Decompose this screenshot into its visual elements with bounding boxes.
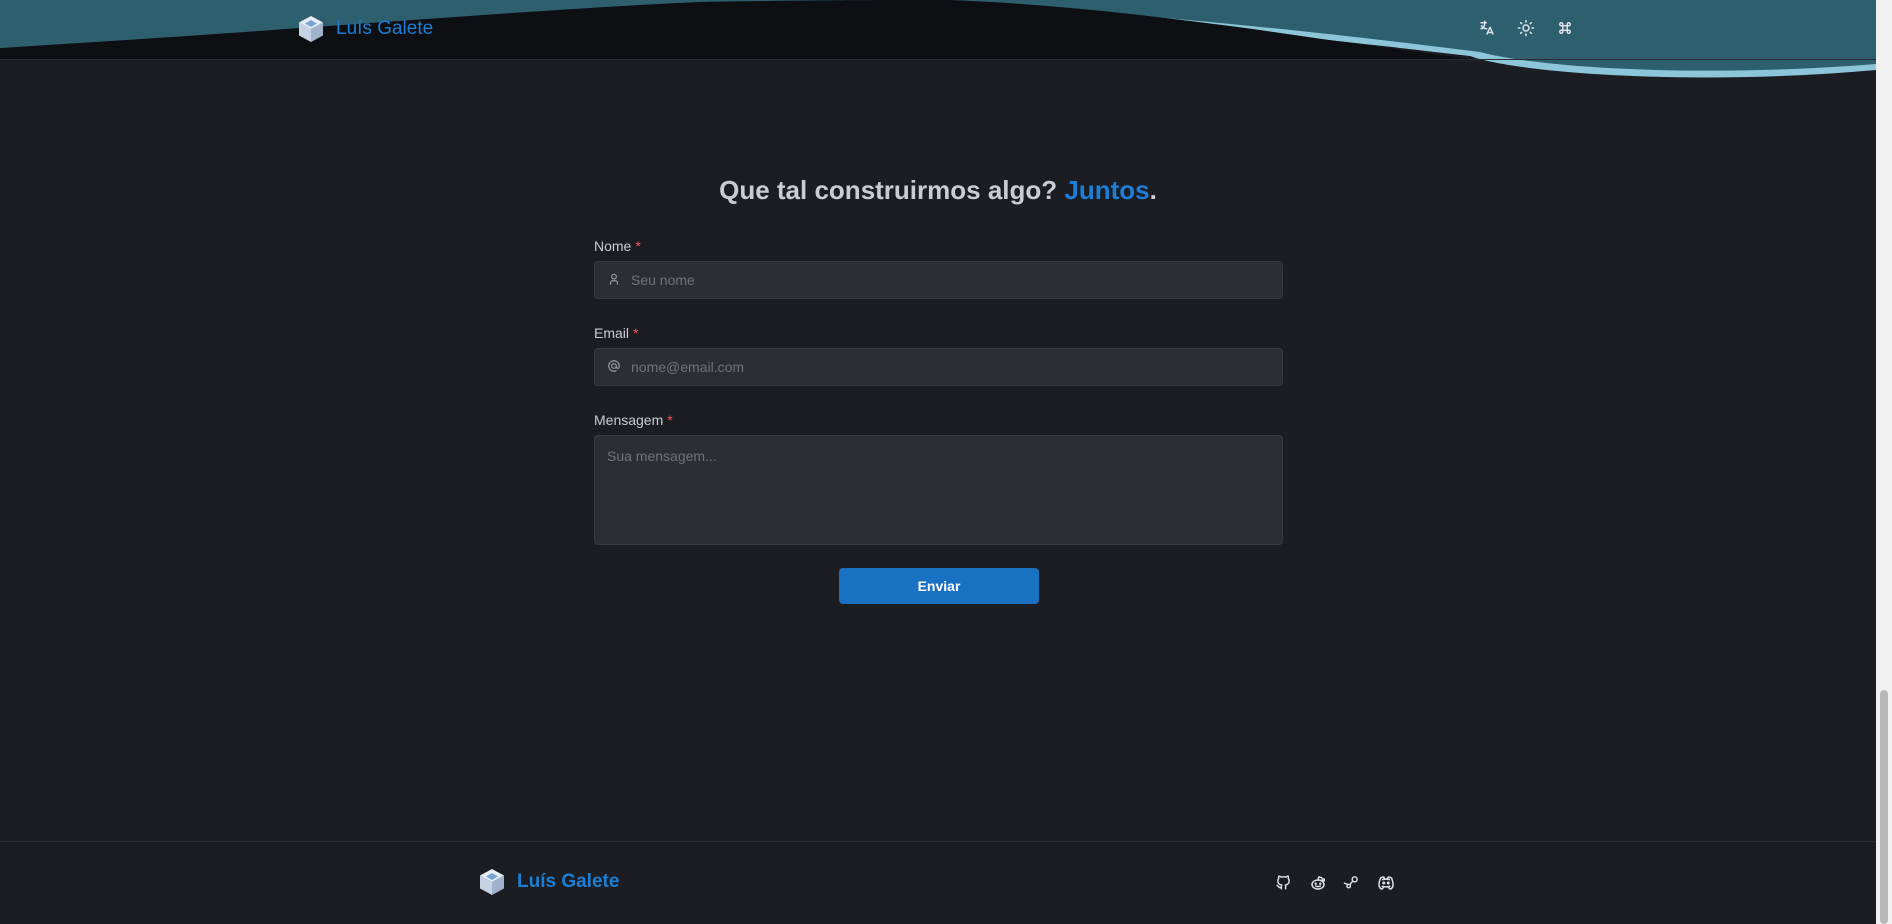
required-mark: * [635,238,641,254]
sun-icon[interactable] [1517,19,1535,37]
submit-button[interactable]: Enviar [839,568,1039,604]
header-brand-link[interactable]: Luís Galete [296,14,433,44]
header-actions [1478,19,1574,37]
header-wave-decoration [0,0,1876,78]
required-mark: * [633,325,639,341]
name-label: Nome * [594,238,1283,254]
translate-icon[interactable] [1478,19,1496,37]
cube-logo-icon [480,869,504,895]
discord-icon[interactable] [1376,873,1395,892]
social-links [1274,873,1395,892]
reddit-icon[interactable] [1308,873,1327,892]
name-input[interactable] [595,262,1282,298]
steam-icon[interactable] [1342,873,1361,892]
title-accent: Juntos [1064,175,1150,205]
scrollbar-thumb[interactable] [1880,690,1888,924]
required-mark: * [667,412,673,428]
message-textarea[interactable] [594,435,1283,545]
email-label: Email * [594,325,1283,341]
title-period: . [1149,175,1157,205]
name-field-wrapper [594,261,1283,299]
email-input[interactable] [595,349,1282,385]
message-label: Mensagem * [594,412,1283,428]
header-brand-name: Luís Galete [336,18,434,39]
title-text: Que tal construirmos algo? [719,175,1058,205]
cube-logo-icon [299,16,323,42]
footer-brand-name: Luís Galete [517,871,620,892]
email-label-text: Email [594,325,630,341]
footer-brand-link[interactable]: Luís Galete [477,867,619,897]
page-scrollbar[interactable] [1876,0,1892,924]
command-icon[interactable] [1556,19,1574,37]
name-label-text: Nome [594,238,632,254]
header: Luís Galete [0,0,1876,78]
email-field-wrapper [594,348,1283,386]
page-title: Que tal construirmos algo? Juntos. [0,175,1876,206]
github-icon[interactable] [1274,873,1293,892]
message-label-text: Mensagem [594,412,664,428]
contact-form: Nome* Email* Mensagem* [594,238,1283,545]
header-divider [0,59,1876,60]
footer-divider [0,841,1876,842]
